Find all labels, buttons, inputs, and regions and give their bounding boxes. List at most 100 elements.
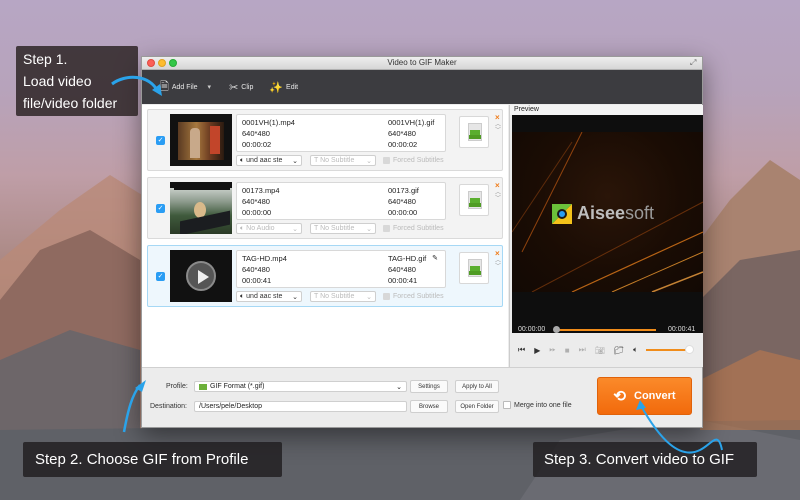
text-icon: T: [314, 293, 319, 300]
output-format-button[interactable]: [459, 184, 489, 216]
forced-subtitles-checkbox[interactable]: Forced Subtitles: [383, 157, 444, 164]
snapshot-camera-icon[interactable]: 📷︎: [595, 346, 605, 355]
text-icon: T: [314, 225, 319, 232]
add-file-icon: 🗎: [160, 80, 169, 93]
subtitle-select[interactable]: T No Subtitle ⌄: [310, 155, 376, 166]
gif-format-icon: [199, 383, 207, 390]
seek-bar[interactable]: [558, 329, 656, 331]
remove-file-icon[interactable]: ×: [495, 113, 500, 122]
volume-slider[interactable]: [646, 349, 688, 351]
open-folder-button[interactable]: Open Folder: [455, 400, 499, 413]
browse-button[interactable]: Browse: [410, 400, 448, 413]
profile-value: GIF Format (*.gif): [210, 383, 265, 390]
apply-to-all-button[interactable]: Apply to All: [455, 380, 499, 393]
audio-track-value: No Audio: [246, 224, 275, 232]
subtitle-select[interactable]: T No Subtitle ⌄: [310, 291, 376, 302]
destination-input[interactable]: /Users/pele/Desktop: [194, 401, 407, 412]
forced-subtitles-checkbox[interactable]: Forced Subtitles: [383, 293, 444, 300]
reorder-arrows-icon[interactable]: ︿ ﹀: [495, 190, 501, 202]
file-info: TAG-HD.mp4 640*480 00:00:41 TAG-HD.gif 6…: [236, 250, 446, 288]
chevron-down-icon: ⌄: [366, 225, 372, 233]
step1-callout: Step 1. Load video file/video folder: [16, 46, 138, 116]
source-filename: TAG-HD.mp4: [242, 254, 287, 263]
volume-icon[interactable]: 🔈︎: [633, 345, 638, 355]
file-checkbox[interactable]: ✓: [156, 136, 165, 145]
app-window: Video to GIF Maker ⤢ 🗎 Add File ▾ ✂ Clip…: [141, 56, 703, 428]
subtitle-select[interactable]: T No Subtitle ⌄: [310, 223, 376, 234]
edit-button[interactable]: ✨ Edit: [263, 77, 304, 97]
file-checkbox[interactable]: ✓: [156, 272, 165, 281]
output-filename: TAG-HD.gif: [388, 254, 427, 263]
add-file-button[interactable]: 🗎 Add File: [154, 77, 204, 97]
settings-button[interactable]: Settings: [410, 380, 448, 393]
edit-label: Edit: [286, 83, 299, 91]
play-icon[interactable]: ▶︎: [534, 346, 540, 355]
gif-file-icon: [468, 191, 482, 209]
open-folder-icon[interactable]: 📁︎: [614, 346, 624, 355]
audio-track-select[interactable]: 🔈︎ und aac ste ⌄: [236, 291, 302, 302]
scissors-icon: ✂: [229, 81, 239, 94]
source-duration: 00:00:00: [242, 208, 272, 217]
add-file-dropdown-icon[interactable]: ▾: [208, 83, 212, 91]
aiseesoft-eye-icon: [552, 203, 572, 224]
destination-label: Destination:: [150, 403, 187, 410]
rename-pencil-icon[interactable]: ✎: [432, 253, 438, 264]
brand-bold-text: Aisee: [577, 203, 626, 223]
preview-screen: Aiseesoft 00:00:00 00:00:41: [512, 115, 703, 333]
fast-forward-icon[interactable]: ⏩︎: [549, 345, 555, 355]
forced-subtitles-label: Forced Subtitles: [393, 157, 444, 164]
output-format-button[interactable]: [459, 116, 489, 148]
source-filename: 0001VH(1).mp4: [242, 118, 295, 127]
file-checkbox[interactable]: ✓: [156, 204, 165, 213]
output-resolution: 640*480: [388, 129, 416, 138]
chevron-down-icon: ⌄: [292, 157, 298, 165]
forced-subtitles-checkbox[interactable]: Forced Subtitles: [383, 225, 444, 232]
reorder-arrows-icon[interactable]: ︿ ﹀: [495, 122, 501, 134]
source-duration: 00:00:41: [242, 276, 272, 285]
merge-label: Merge into one file: [514, 401, 572, 409]
forced-subtitles-label: Forced Subtitles: [393, 293, 444, 300]
title-bar: Video to GIF Maker ⤢: [142, 57, 702, 70]
remove-file-icon[interactable]: ×: [495, 249, 500, 258]
remove-file-icon[interactable]: ×: [495, 181, 500, 190]
convert-button[interactable]: ⟲ Convert: [597, 377, 692, 415]
brand-light-text: soft: [625, 203, 655, 223]
profile-select[interactable]: GIF Format (*.gif) ⌄: [194, 381, 407, 392]
source-filename: 00173.mp4: [242, 186, 280, 195]
file-row[interactable]: ✓ TAG-HD.mp4 640*480 00:00:41 TAG-HD.gif…: [147, 245, 503, 307]
total-time: 00:00:41: [668, 326, 696, 333]
reorder-arrows-icon[interactable]: ︿ ﹀: [495, 258, 501, 270]
skip-start-icon[interactable]: ⏮︎: [518, 345, 525, 355]
fullscreen-icon[interactable]: ⤢: [690, 59, 698, 67]
subtitle-value: No Subtitle: [320, 225, 355, 232]
add-file-label: Add File: [171, 83, 198, 91]
step2-callout: Step 2. Choose GIF from Profile: [23, 442, 282, 477]
output-resolution: 640*480: [388, 265, 416, 274]
volume-handle[interactable]: [685, 345, 694, 354]
seek-handle[interactable]: [553, 326, 560, 333]
source-resolution: 640*480: [242, 129, 270, 138]
clip-button[interactable]: ✂ Clip: [223, 77, 259, 97]
audio-track-select[interactable]: 🔈︎ und aac ste ⌄: [236, 155, 302, 166]
file-row[interactable]: ✓ 0001VH(1).mp4 640*480 00:00:02 0001VH(…: [147, 109, 503, 171]
output-filename: 00173.gif: [388, 186, 419, 195]
text-icon: T: [314, 157, 319, 164]
speaker-icon: 🔈︎: [240, 224, 245, 232]
stop-icon[interactable]: ■: [565, 346, 570, 355]
chevron-down-icon: ⌄: [396, 383, 402, 391]
gif-file-icon: [468, 123, 482, 141]
source-duration: 00:00:02: [242, 140, 272, 149]
output-filename: 0001VH(1).gif: [388, 118, 435, 127]
play-overlay-icon[interactable]: [186, 261, 216, 291]
chevron-down-icon: ⌄: [292, 293, 298, 301]
file-row[interactable]: ✓ 00173.mp4 640*480 00:00:00 00173.gif 6…: [147, 177, 503, 239]
profile-label: Profile:: [166, 383, 188, 390]
audio-track-select[interactable]: 🔈︎ No Audio ⌄: [236, 223, 302, 234]
chevron-down-icon: ⌄: [366, 157, 372, 165]
current-time: 00:00:00: [518, 326, 546, 333]
merge-checkbox[interactable]: Merge into one file: [503, 401, 572, 409]
file-list: ✓ 0001VH(1).mp4 640*480 00:00:02 0001VH(…: [142, 105, 508, 367]
output-duration: 00:00:41: [388, 276, 418, 285]
output-format-button[interactable]: [459, 252, 489, 284]
skip-end-icon[interactable]: ⏭︎: [579, 345, 586, 355]
